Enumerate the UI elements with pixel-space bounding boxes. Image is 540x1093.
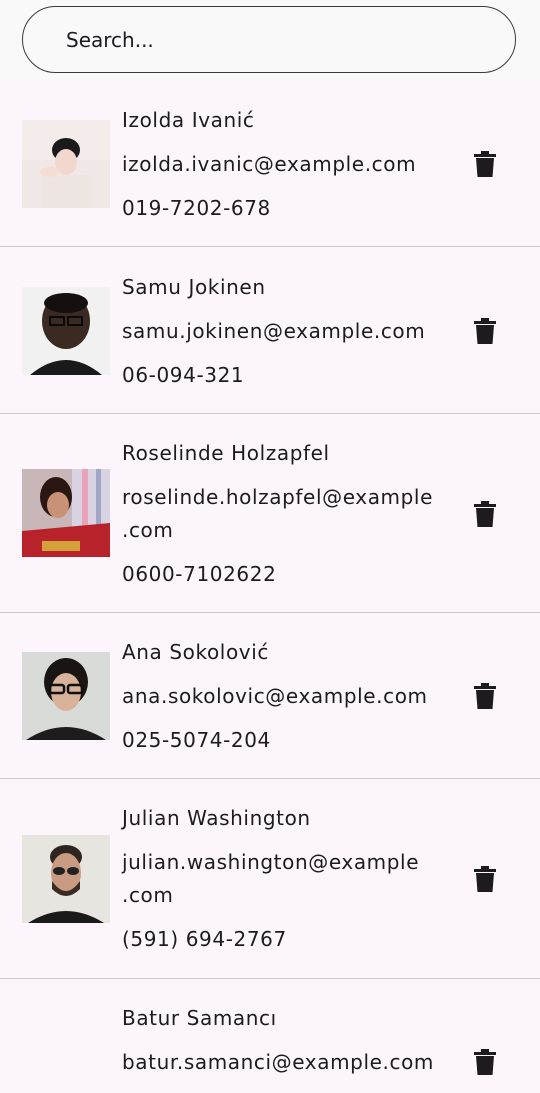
contact-email-line: roselinde.holzapfel@example <box>122 485 433 509</box>
contact-email: batur.samanci@example.com <box>122 1050 435 1074</box>
contact-row[interactable]: Samu Jokinen samu.jokinen@example.com 06… <box>0 247 540 414</box>
search-input[interactable] <box>22 6 516 73</box>
contact-name: Izolda Ivanić <box>122 108 255 132</box>
trash-icon[interactable] <box>474 866 496 892</box>
contact-email: izolda.ivanic@example.com <box>122 152 417 176</box>
contact-phone: 019-7202-678 <box>122 196 271 220</box>
contact-phone: (591) 694-2767 <box>122 927 287 951</box>
contact-row[interactable]: Roselinde Holzapfel roselinde.holzapfel@… <box>0 414 540 613</box>
contact-row[interactable]: Batur Samancı batur.samanci@example.com <box>0 979 540 1093</box>
contact-row[interactable]: Izolda Ivanić izolda.ivanic@example.com … <box>0 81 540 247</box>
trash-icon[interactable] <box>474 1049 496 1075</box>
trash-icon[interactable] <box>474 318 496 344</box>
contact-name: Ana Sokolović <box>122 640 269 664</box>
contact-email-line: julian.washington@example <box>122 850 420 874</box>
avatar <box>22 287 110 375</box>
contact-phone: 0600-7102622 <box>122 562 277 586</box>
contact-name: Samu Jokinen <box>122 275 266 299</box>
avatar <box>22 652 110 740</box>
trash-icon[interactable] <box>474 151 496 177</box>
trash-icon[interactable] <box>474 683 496 709</box>
contact-email-line: .com <box>122 883 174 907</box>
contact-name: Julian Washington <box>122 806 311 830</box>
contact-phone: 025-5074-204 <box>122 728 271 752</box>
search-bar <box>0 0 540 81</box>
contact-phone: 06-094-321 <box>122 363 245 387</box>
avatar <box>22 835 110 923</box>
contact-row[interactable]: Julian Washington julian.washington@exam… <box>0 779 540 979</box>
contact-email: ana.sokolovic@example.com <box>122 684 428 708</box>
contact-name: Batur Samancı <box>122 1006 277 1030</box>
contact-email: samu.jokinen@example.com <box>122 319 426 343</box>
trash-icon[interactable] <box>474 501 496 527</box>
contact-email-line: .com <box>122 518 174 542</box>
contact-name: Roselinde Holzapfel <box>122 441 330 465</box>
avatar <box>22 120 110 208</box>
avatar <box>22 469 110 557</box>
contact-row[interactable]: Ana Sokolović ana.sokolovic@example.com … <box>0 613 540 779</box>
